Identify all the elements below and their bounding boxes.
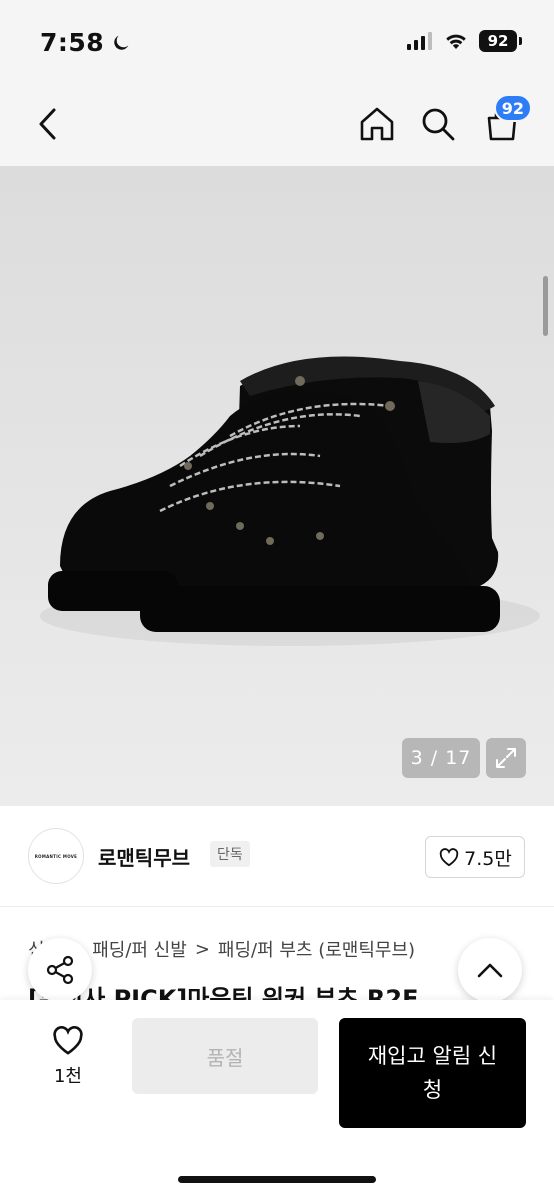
chevron-up-icon	[477, 963, 503, 978]
cart-button[interactable]: 92	[478, 94, 532, 148]
status-time-group: 7:58	[40, 28, 132, 57]
signal-icon	[407, 32, 432, 50]
top-nav-bar: 92	[0, 88, 554, 166]
battery-indicator: 92	[479, 30, 517, 52]
brand-name[interactable]: 로맨틱무브	[98, 842, 190, 871]
heart-icon	[53, 1026, 83, 1055]
soldout-button: 품절	[132, 1018, 318, 1094]
product-boots-image	[40, 356, 540, 646]
product-image-gallery[interactable]: 3 / 17	[0, 166, 554, 806]
brand-like-count: 7.5만	[464, 847, 512, 870]
status-indicators: 92	[407, 30, 522, 52]
wishlist-button[interactable]: 1천	[36, 1024, 100, 1088]
chevron-left-icon	[39, 108, 56, 140]
restock-alert-button[interactable]: 재입고 알림 신청	[339, 1018, 526, 1128]
home-indicator	[178, 1176, 376, 1183]
share-button[interactable]	[28, 938, 92, 1002]
scroll-indicator	[543, 276, 548, 336]
brand-logo-text: ROMANTIC MOVE	[34, 853, 78, 859]
section-divider	[0, 906, 554, 907]
status-time: 7:58	[40, 28, 105, 57]
product-title: [무신사 PICK]마운틴 워커 부츠 R2E	[28, 985, 419, 1000]
moon-icon	[114, 35, 129, 50]
breadcrumb-item[interactable]: 패딩/퍼 부츠 (로맨틱무브)	[218, 936, 415, 962]
wifi-icon	[446, 34, 466, 49]
expand-icon	[496, 748, 516, 768]
breadcrumb-separator: >	[194, 938, 210, 960]
image-counter: 3 / 17	[402, 738, 480, 778]
wishlist-count: 1천	[53, 1066, 82, 1087]
status-bar: 7:58 92	[0, 0, 554, 88]
search-button[interactable]	[414, 100, 462, 148]
heart-icon	[439, 848, 459, 867]
breadcrumb-item[interactable]: 패딩/퍼 신발	[92, 936, 187, 962]
battery-tip	[519, 37, 522, 45]
brand-logo[interactable]: ROMANTIC MOVE	[28, 828, 84, 884]
cart-count-badge: 92	[493, 94, 532, 122]
scroll-top-button[interactable]	[458, 938, 522, 1002]
bottom-action-bar: 1천 품절 재입고 알림 신청	[0, 1000, 554, 1200]
brand-row: ROMANTIC MOVE 로맨틱무브 단독 7.5만	[0, 806, 554, 906]
home-icon	[360, 107, 394, 141]
expand-image-button[interactable]	[486, 738, 526, 778]
search-icon	[422, 108, 455, 141]
share-icon	[46, 955, 74, 985]
brand-like-button[interactable]: 7.5만	[425, 836, 525, 878]
home-button[interactable]	[353, 100, 401, 148]
exclusive-tag: 단독	[210, 841, 250, 867]
back-button[interactable]	[24, 100, 72, 148]
